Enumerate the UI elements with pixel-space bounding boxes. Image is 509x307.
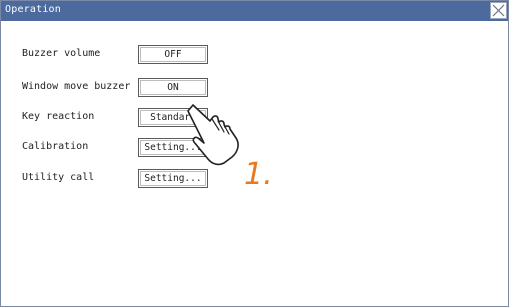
step-number-annotation: 1. bbox=[244, 157, 273, 192]
window-move-buzzer-button[interactable]: ON bbox=[138, 78, 208, 97]
calibration-label: Calibration bbox=[22, 141, 89, 152]
close-icon bbox=[492, 4, 505, 17]
buzzer-volume-value: OFF bbox=[164, 49, 182, 60]
hand-pointer-icon bbox=[187, 104, 239, 166]
utility-call-setting-button[interactable]: Setting... bbox=[138, 169, 208, 188]
utility-call-setting-value: Setting... bbox=[144, 173, 202, 184]
buzzer-volume-label: Buzzer volume bbox=[22, 48, 101, 59]
buzzer-volume-button[interactable]: OFF bbox=[138, 45, 208, 64]
window-move-buzzer-value: ON bbox=[167, 82, 179, 93]
window-move-buzzer-label: Window move buzzer bbox=[22, 81, 131, 92]
window-title: Operation bbox=[5, 4, 61, 15]
utility-call-label: Utility call bbox=[22, 172, 95, 183]
title-bar: Operation bbox=[1, 1, 508, 21]
key-reaction-label: Key reaction bbox=[22, 111, 95, 122]
close-button[interactable] bbox=[490, 2, 507, 19]
operation-window: Operation Buzzer volume OFF Window move … bbox=[0, 0, 509, 307]
